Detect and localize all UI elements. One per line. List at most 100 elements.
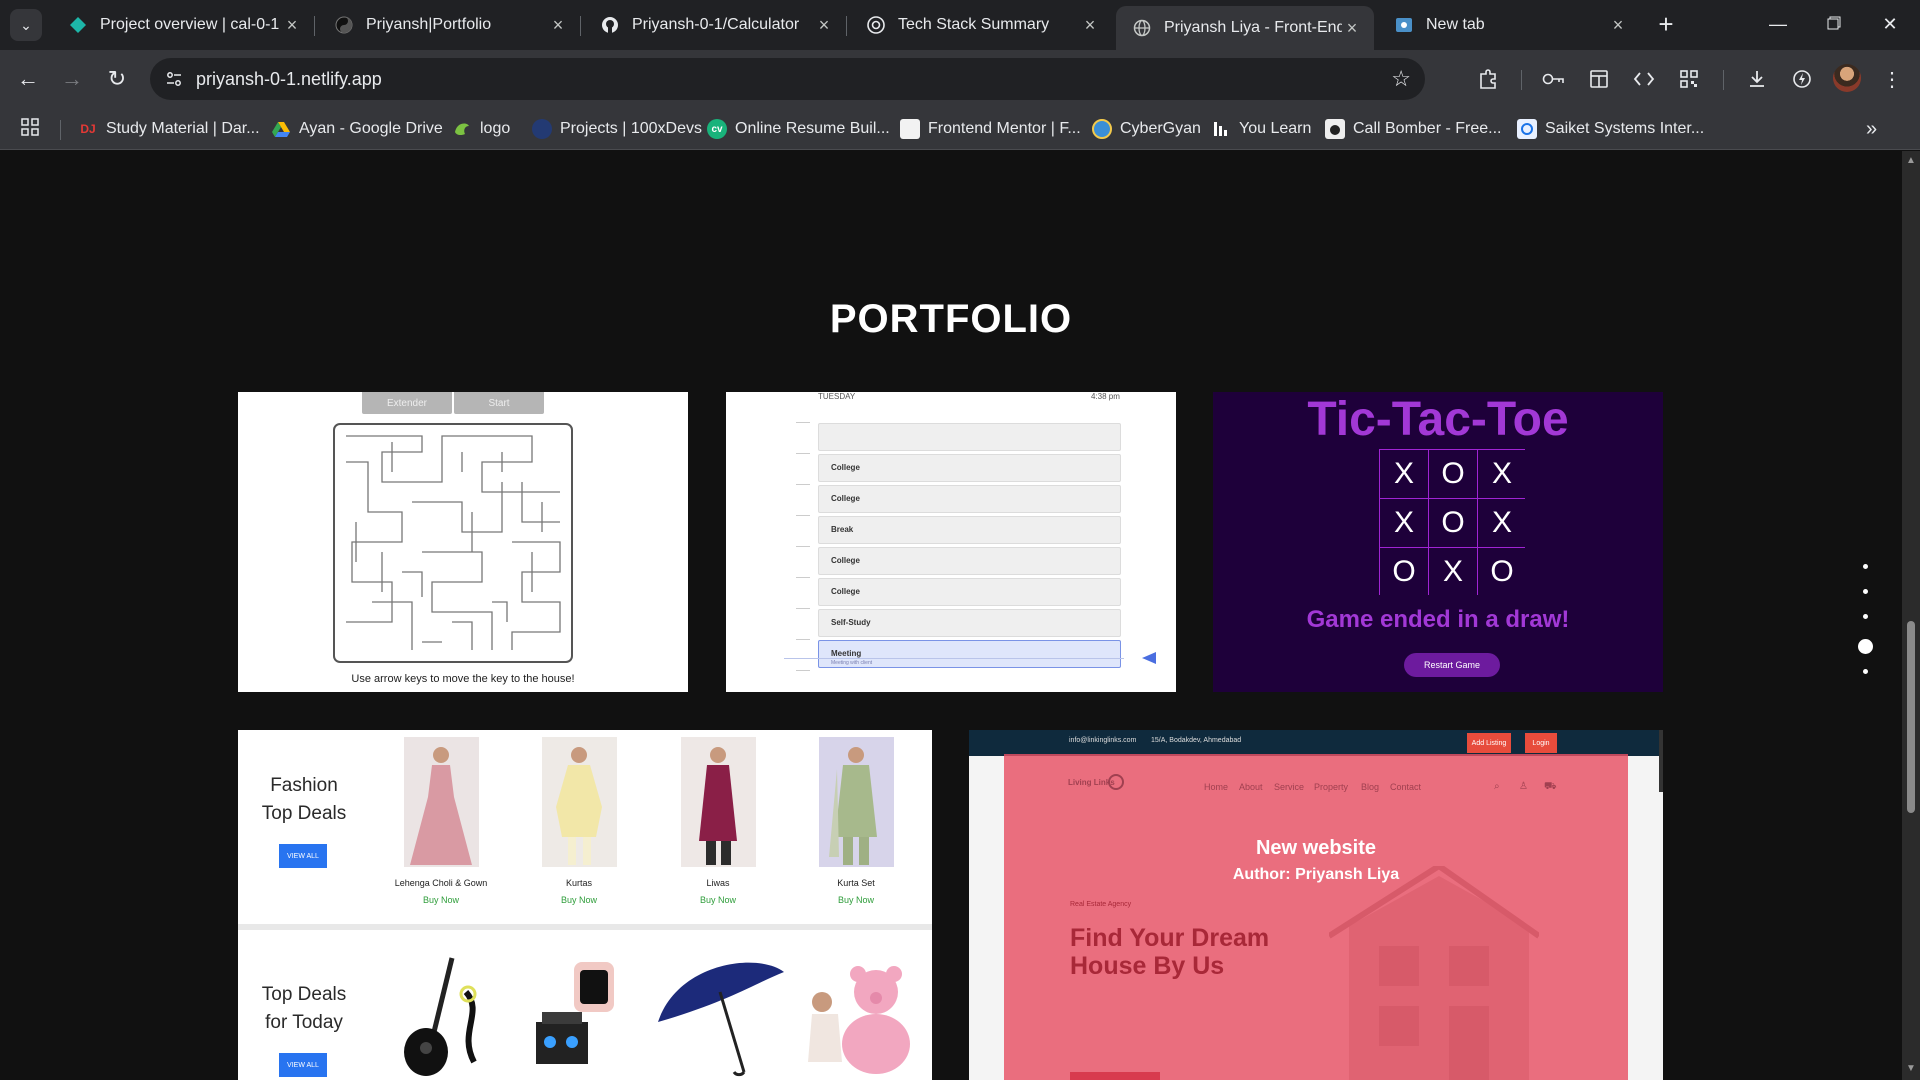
product-image-lehenga (404, 737, 479, 867)
view-all-button[interactable]: VIEW ALL (279, 844, 327, 868)
bookmarks-bar: DJ Study Material | Dar... Ayan - Google… (0, 108, 1920, 150)
scrollbar-thumb[interactable] (1907, 621, 1915, 813)
re-nav-item[interactable]: Property (1314, 782, 1348, 792)
restart-game-button[interactable]: Restart Game (1404, 653, 1500, 677)
close-icon[interactable]: × (1342, 18, 1362, 39)
tab-project-overview[interactable]: Project overview | cal-0-1 | × (52, 6, 314, 44)
ttt-cell[interactable]: O (1429, 450, 1477, 498)
page-title: PORTFOLIO (829, 297, 1073, 341)
tab-new-tab[interactable]: New tab × (1378, 6, 1640, 44)
bookmark-resume-builder[interactable]: cv Online Resume Buil... (707, 117, 890, 141)
ttt-cell[interactable]: O (1478, 548, 1526, 596)
more-bookmarks-button[interactable]: » (1866, 117, 1877, 141)
portfolio-card-tictactoe[interactable]: Tic-Tac-Toe X O X X O X O X O Game ended… (1213, 392, 1663, 692)
restore-button[interactable] (1806, 0, 1862, 48)
bookmark-label: CyberGyan (1120, 120, 1201, 137)
download-icon[interactable] (1741, 63, 1773, 95)
ttt-cell[interactable]: X (1429, 548, 1477, 596)
reload-button[interactable]: ↻ (99, 61, 135, 97)
section-dot[interactable] (1862, 589, 1868, 594)
ttt-cell[interactable]: O (1380, 548, 1428, 596)
re-nav-item[interactable]: Service (1274, 782, 1304, 792)
bookmark-100xdevs[interactable]: Projects | 100xDevs (532, 117, 702, 141)
scroll-up-icon[interactable]: ▲ (1906, 155, 1916, 166)
bookmark-call-bomber[interactable]: Call Bomber - Free... (1325, 117, 1501, 141)
back-button[interactable]: ← (10, 61, 46, 97)
tab-priyansh-liya[interactable]: Priyansh Liya - Front-End & × (1116, 6, 1374, 50)
re-nav-item[interactable]: Blog (1361, 782, 1379, 792)
re-nav-item[interactable]: About (1239, 782, 1263, 792)
side-panel-icon[interactable] (1583, 63, 1615, 95)
project-hover-overlay[interactable]: Living Links Home About Service Property… (1004, 754, 1628, 1080)
url-text[interactable]: priyansh-0-1.netlify.app (196, 69, 382, 90)
ttt-cell[interactable]: O (1429, 499, 1477, 547)
close-icon[interactable]: × (814, 15, 834, 36)
ttt-cell[interactable]: X (1380, 450, 1428, 498)
buy-now-link[interactable]: Buy Now (519, 895, 639, 905)
close-icon[interactable]: × (1608, 15, 1628, 36)
smartwatch-earbuds-image (536, 962, 614, 1064)
apps-button[interactable] (20, 117, 40, 141)
password-key-icon[interactable] (1538, 63, 1570, 95)
ttt-cell[interactable]: X (1478, 499, 1526, 547)
close-icon[interactable]: × (282, 15, 302, 36)
qr-code-icon[interactable] (1673, 63, 1705, 95)
bookmark-frontend-mentor[interactable]: Frontend Mentor | F... (900, 117, 1081, 141)
section-dot[interactable] (1862, 614, 1868, 619)
maze-extender-button[interactable]: Extender (362, 392, 452, 414)
portfolio-card-maze[interactable]: Extender Start Use arrow keys to move th… (238, 392, 688, 692)
arrow-right-icon: → (61, 66, 83, 91)
new-tab-button[interactable]: + (1650, 8, 1682, 40)
portfolio-card-schedule[interactable]: TUESDAY 4:38 pm College College Break Co… (726, 392, 1176, 692)
schedule-row-label: Meeting (831, 649, 862, 658)
code-icon[interactable] (1628, 63, 1660, 95)
tab-portfolio[interactable]: Priyansh|Portfolio × (318, 6, 580, 44)
view-all-button[interactable]: VIEW ALL (279, 1053, 327, 1077)
minimize-button[interactable]: — (1750, 0, 1806, 48)
portfolio-card-fashion[interactable]: Fashion Top Deals VIEW ALL Lehenga Choli… (238, 730, 932, 1080)
bookmark-cybergyan[interactable]: CyberGyan (1092, 117, 1201, 141)
toolbar-separator (1521, 70, 1522, 90)
bookmark-label: Saiket Systems Inter... (1545, 120, 1705, 137)
bookmark-google-drive[interactable]: Ayan - Google Drive (271, 117, 443, 141)
cart-icon: ⛟ (1544, 781, 1557, 792)
site-settings-icon[interactable] (162, 67, 186, 91)
ttt-cell[interactable]: X (1380, 499, 1428, 547)
bookmark-star-icon[interactable]: ☆ (1391, 66, 1411, 92)
address-bar[interactable]: priyansh-0-1.netlify.app ☆ (150, 58, 1425, 100)
re-hero-heading: Find Your Dream House By Us (1070, 924, 1270, 980)
tab-title: New tab (1426, 16, 1485, 33)
bookmark-study-material[interactable]: DJ Study Material | Dar... (78, 117, 259, 141)
re-nav-item[interactable]: Home (1204, 782, 1228, 792)
extensions-icon[interactable] (1472, 63, 1504, 95)
kebab-menu-icon[interactable]: ⋮ (1876, 63, 1908, 95)
tab-search-button[interactable]: ⌄ (10, 9, 42, 41)
re-nav-item[interactable]: Contact (1390, 782, 1421, 792)
login-button[interactable]: Login (1525, 733, 1557, 753)
section-dot[interactable] (1862, 564, 1868, 569)
close-icon[interactable]: × (1080, 15, 1100, 36)
bookmark-you-learn[interactable]: You Learn (1211, 117, 1311, 141)
performance-icon[interactable] (1786, 63, 1818, 95)
add-listing-button[interactable]: Add Listing (1467, 733, 1511, 753)
page-scrollbar[interactable]: ▲ ▼ (1902, 151, 1920, 1080)
close-window-button[interactable]: ✕ (1862, 0, 1918, 48)
buy-now-link[interactable]: Buy Now (381, 895, 501, 905)
tab-tech-stack[interactable]: Tech Stack Summary × (850, 6, 1112, 44)
guitar-image (404, 957, 477, 1076)
section-dot-active[interactable] (1857, 639, 1873, 654)
section-dot[interactable] (1862, 669, 1868, 674)
forward-button[interactable]: → (54, 61, 90, 97)
portfolio-card-realestate[interactable]: info@linkinglinks.com 15/A, Bodakdev, Ah… (969, 730, 1663, 1080)
bookmark-saiket-systems[interactable]: Saiket Systems Inter... (1517, 117, 1704, 141)
tab-title: Tech Stack Summary (898, 16, 1050, 33)
close-icon[interactable]: × (548, 15, 568, 36)
buy-now-link[interactable]: Buy Now (658, 895, 778, 905)
buy-now-link[interactable]: Buy Now (796, 895, 916, 905)
scroll-down-icon[interactable]: ▼ (1906, 1063, 1916, 1074)
tab-calculator[interactable]: Priyansh-0-1/Calculator × (584, 6, 846, 44)
profile-avatar[interactable] (1833, 64, 1861, 92)
bookmark-logo[interactable]: logo (452, 117, 510, 141)
ttt-cell[interactable]: X (1478, 450, 1526, 498)
maze-start-button[interactable]: Start (454, 392, 544, 414)
